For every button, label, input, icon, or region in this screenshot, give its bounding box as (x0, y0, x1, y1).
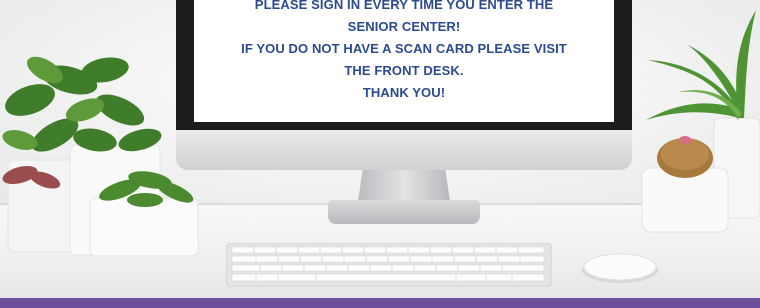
message-line-2: SENIOR CENTER! (347, 19, 461, 34)
monitor-stand-base (328, 200, 480, 224)
monitor-chin (176, 130, 632, 170)
left-plant-large (2, 56, 199, 257)
mouse (582, 253, 658, 283)
right-plant-large (641, 10, 760, 233)
bottom-accent-band (0, 298, 760, 308)
message-line-3: IF YOU DO NOT HAVE A SCAN CARD PLEASE VI… (241, 41, 567, 56)
keyboard (226, 243, 552, 287)
photo-scene: PLEASE SIGN IN EVERY TIME YOU ENTER THE … (0, 0, 760, 308)
screen-message: PLEASE SIGN IN EVERY TIME YOU ENTER THE … (194, 0, 614, 122)
message-line-5: THANK YOU! (362, 85, 446, 100)
message-line-4: THE FRONT DESK. (344, 63, 464, 78)
message-line-1: PLEASE SIGN IN EVERY TIME YOU ENTER THE (254, 0, 554, 12)
